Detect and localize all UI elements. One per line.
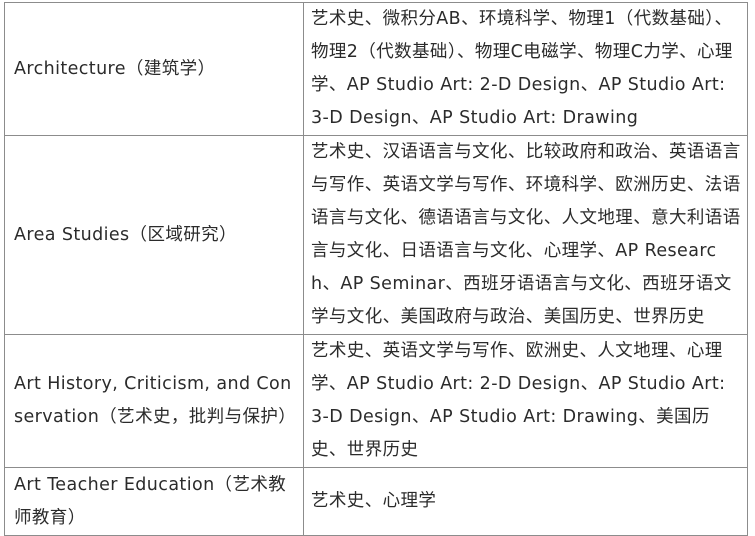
table-row: Art History, Criticism, and Conservation…: [4, 334, 748, 468]
courses-cell: 艺术史、微积分AB、环境科学、物理1（代数基础）、物理2（代数基础）、物理C电磁…: [303, 2, 748, 136]
table-row: Architecture（建筑学） 艺术史、微积分AB、环境科学、物理1（代数基…: [4, 2, 748, 136]
major-cell: Area Studies（区域研究）: [4, 135, 304, 335]
courses-cell: 艺术史、汉语语言与文化、比较政府和政治、英语语言与写作、英语文学与写作、环境科学…: [303, 135, 748, 335]
table-row: Art Teacher Education（艺术教师教育） 艺术史、心理学: [4, 467, 748, 536]
major-cell: Art Teacher Education（艺术教师教育）: [4, 467, 304, 536]
table-row: Area Studies（区域研究） 艺术史、汉语语言与文化、比较政府和政治、英…: [4, 135, 748, 335]
major-course-table: Architecture（建筑学） 艺术史、微积分AB、环境科学、物理1（代数基…: [4, 2, 748, 536]
courses-cell: 艺术史、英语文学与写作、欧洲史、人文地理、心理学、AP Studio Art: …: [303, 334, 748, 468]
major-cell: Art History, Criticism, and Conservation…: [4, 334, 304, 468]
courses-cell: 艺术史、心理学: [303, 467, 748, 536]
major-cell: Architecture（建筑学）: [4, 2, 304, 136]
